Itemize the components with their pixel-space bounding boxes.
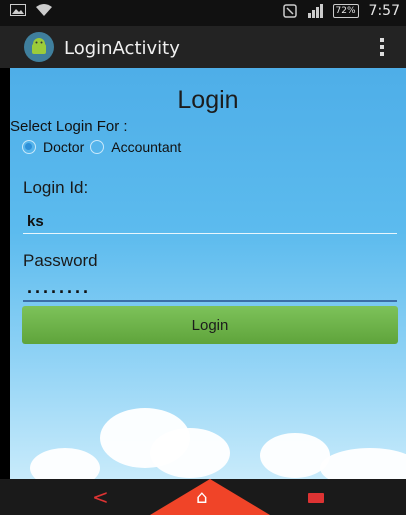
android-icon: [32, 38, 46, 54]
radio-doctor[interactable]: [22, 140, 36, 154]
action-bar: LoginActivity: [0, 26, 406, 68]
overflow-menu-icon[interactable]: [380, 38, 384, 56]
app-title: LoginActivity: [64, 38, 180, 59]
radio-doctor-label[interactable]: Doctor: [43, 139, 84, 155]
home-button[interactable]: [150, 479, 270, 515]
status-bar: 72% 7:57: [0, 0, 406, 26]
login-id-input[interactable]: [23, 208, 395, 234]
image-notification-icon: [10, 4, 26, 16]
password-label: Password: [23, 251, 98, 270]
cloud-decoration: [150, 428, 230, 478]
cloud-decoration: [260, 433, 330, 478]
app-icon: [24, 32, 54, 62]
login-id-underline: [23, 233, 397, 234]
radio-accountant[interactable]: [90, 140, 105, 154]
cloud-decoration: [320, 448, 406, 479]
radio-accountant-label[interactable]: Accountant: [111, 139, 181, 155]
login-id-label: Login Id:: [23, 178, 89, 197]
wifi-icon: [36, 4, 52, 16]
battery-indicator: 72%: [332, 4, 359, 18]
back-icon[interactable]: <: [92, 485, 109, 509]
cloud-decoration: [30, 448, 100, 479]
navigation-bar: < ⌂: [0, 479, 406, 515]
login-button[interactable]: Login: [22, 306, 398, 344]
login-type-radio-group: Doctor Accountant: [22, 139, 181, 155]
nfc-icon: [282, 4, 297, 18]
password-underline: [23, 300, 397, 302]
page-title: Login: [177, 86, 239, 114]
recent-apps-icon[interactable]: [308, 493, 324, 503]
select-login-label: Select Login For :: [10, 118, 128, 135]
status-time: 7:57: [368, 3, 400, 19]
signal-icon: [307, 4, 323, 18]
login-screen: Login Select Login For : Doctor Accounta…: [10, 68, 406, 479]
home-icon[interactable]: ⌂: [196, 487, 207, 508]
password-input[interactable]: ........: [23, 276, 395, 302]
